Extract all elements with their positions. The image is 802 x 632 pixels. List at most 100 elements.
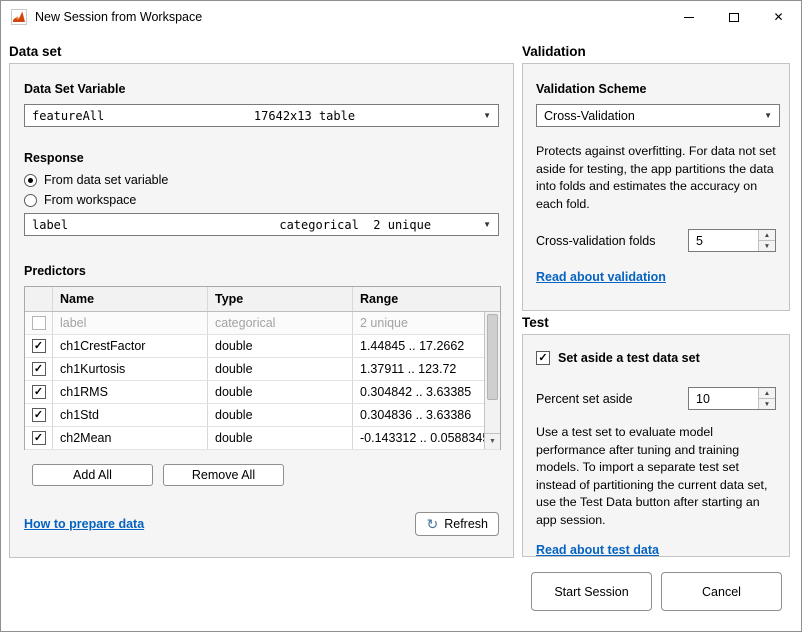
window-title: New Session from Workspace [35, 10, 202, 24]
table-row[interactable]: ✓ ch1Kurtosis double 1.37911 .. 123.72 [25, 358, 500, 381]
refresh-icon: ↻ [426, 517, 438, 531]
table-row[interactable]: ✓ ch1RMS double 0.304842 .. 3.63385 [25, 381, 500, 404]
cell-type: categorical [208, 312, 353, 334]
matlab-icon [11, 9, 27, 25]
validation-heading: Validation [522, 44, 586, 59]
scroll-down-icon[interactable]: ▼ [485, 433, 500, 449]
refresh-button[interactable]: ↻ Refresh [415, 512, 499, 536]
radio-from-workspace-label: From workspace [44, 193, 136, 207]
validation-groupbox: Validation Scheme Cross-Validation ▼ Pro… [522, 63, 790, 311]
dataset-variable-label: Data Set Variable [24, 82, 499, 96]
radio-from-workspace[interactable]: From workspace [24, 193, 499, 207]
radio-from-dataset-label: From data set variable [44, 173, 168, 187]
radio-from-dataset[interactable]: From data set variable [24, 173, 499, 187]
how-to-prepare-data-link[interactable]: How to prepare data [24, 517, 144, 531]
response-value: label [32, 218, 68, 232]
cell-type: double [208, 381, 353, 403]
dataset-groupbox: Data Set Variable featureAll 17642x13 ta… [9, 63, 514, 558]
cell-range: 2 unique [353, 312, 486, 334]
cell-range: 0.304842 .. 3.63385 [353, 381, 486, 403]
close-icon: ✕ [773, 10, 783, 24]
validation-scheme-label: Validation Scheme [536, 82, 776, 96]
table-scrollbar[interactable]: ▼ [484, 312, 500, 449]
response-label: Response [24, 151, 499, 165]
table-row[interactable]: ✓ ch1Std double 0.304836 .. 3.63386 [25, 404, 500, 427]
spinner-up-icon[interactable]: ▲ [759, 230, 775, 241]
cell-range: 0.304836 .. 3.63386 [353, 404, 486, 426]
window-controls: ✕ [666, 1, 801, 33]
cell-type: double [208, 404, 353, 426]
set-aside-test-checkbox[interactable]: ✓ Set aside a test data set [536, 351, 776, 365]
cell-name: label [53, 312, 208, 334]
cell-type: double [208, 335, 353, 357]
cell-type: double [208, 427, 353, 449]
validation-description: Protects against overfitting. For data n… [536, 143, 778, 213]
percent-spinner[interactable]: 10 ▲ ▼ [688, 387, 776, 410]
add-all-button[interactable]: Add All [32, 464, 153, 486]
remove-all-button[interactable]: Remove All [163, 464, 284, 486]
refresh-label: Refresh [444, 517, 488, 531]
validation-scheme-dropdown[interactable]: Cross-Validation ▼ [536, 104, 780, 127]
table-row[interactable]: ✓ ch1CrestFactor double 1.44845 .. 17.26… [25, 335, 500, 358]
predictors-label: Predictors [24, 264, 499, 278]
minimize-icon [684, 17, 694, 18]
row-checkbox[interactable]: ✓ [32, 408, 46, 422]
chevron-down-icon: ▼ [764, 111, 772, 120]
start-session-button[interactable]: Start Session [531, 572, 652, 611]
row-checkbox[interactable] [32, 316, 46, 330]
test-groupbox: ✓ Set aside a test data set Percent set … [522, 334, 790, 557]
predictors-table-body: label categorical 2 unique ✓ ch1CrestFac… [25, 312, 500, 450]
test-description: Use a test set to evaluate model perform… [536, 424, 778, 530]
dataset-variable-value: featureAll [32, 109, 104, 123]
spinner-buttons: ▲ ▼ [758, 388, 775, 409]
spinner-down-icon[interactable]: ▼ [759, 241, 775, 251]
chevron-down-icon: ▼ [483, 220, 491, 229]
maximize-button[interactable] [711, 1, 756, 33]
close-button[interactable]: ✕ [756, 1, 801, 33]
col-header-range[interactable]: Range [353, 287, 486, 311]
cell-name: ch1CrestFactor [53, 335, 208, 357]
predictors-table-header: Name Type Range [25, 287, 500, 312]
cell-range: 1.44845 .. 17.2662 [353, 335, 486, 357]
cell-name: ch1Kurtosis [53, 358, 208, 380]
read-about-test-data-link[interactable]: Read about test data [536, 543, 659, 557]
cell-name: ch2Mean [53, 427, 208, 449]
col-header-name[interactable]: Name [53, 287, 208, 311]
read-about-validation-link[interactable]: Read about validation [536, 270, 666, 284]
radio-unselected-icon [24, 194, 37, 207]
table-row[interactable]: label categorical 2 unique [25, 312, 500, 335]
row-checkbox[interactable]: ✓ [32, 339, 46, 353]
header-checkbox-cell [25, 287, 53, 311]
folds-value[interactable]: 5 [689, 230, 758, 251]
minimize-button[interactable] [666, 1, 711, 33]
cell-name: ch1RMS [53, 381, 208, 403]
spinner-down-icon[interactable]: ▼ [759, 399, 775, 409]
dataset-variable-info: 17642x13 table [254, 109, 355, 123]
row-checkbox[interactable]: ✓ [32, 431, 46, 445]
validation-scheme-value: Cross-Validation [544, 109, 635, 123]
dataset-heading: Data set [9, 44, 62, 59]
cancel-button[interactable]: Cancel [661, 572, 782, 611]
maximize-icon [729, 13, 739, 22]
titlebar: New Session from Workspace ✕ [1, 1, 801, 33]
cell-type: double [208, 358, 353, 380]
cell-range: 1.37911 .. 123.72 [353, 358, 486, 380]
row-checkbox[interactable]: ✓ [32, 385, 46, 399]
predictors-table: Name Type Range label categorical 2 uniq… [24, 286, 501, 450]
cell-range: -0.143312 .. 0.0588345 [353, 427, 486, 449]
table-row[interactable]: ✓ ch2Mean double -0.143312 .. 0.0588345 [25, 427, 500, 450]
chevron-down-icon: ▼ [483, 111, 491, 120]
response-info: categorical 2 unique [279, 218, 431, 232]
folds-label: Cross-validation folds [536, 234, 656, 248]
cell-name: ch1Std [53, 404, 208, 426]
col-header-type[interactable]: Type [208, 287, 353, 311]
spinner-up-icon[interactable]: ▲ [759, 388, 775, 399]
test-heading: Test [522, 315, 549, 330]
percent-value[interactable]: 10 [689, 388, 758, 409]
checkbox-checked-icon: ✓ [536, 351, 550, 365]
dataset-variable-dropdown[interactable]: featureAll 17642x13 table ▼ [24, 104, 499, 127]
response-dropdown[interactable]: label categorical 2 unique ▼ [24, 213, 499, 236]
folds-spinner[interactable]: 5 ▲ ▼ [688, 229, 776, 252]
row-checkbox[interactable]: ✓ [32, 362, 46, 376]
scrollbar-thumb[interactable] [487, 314, 498, 400]
